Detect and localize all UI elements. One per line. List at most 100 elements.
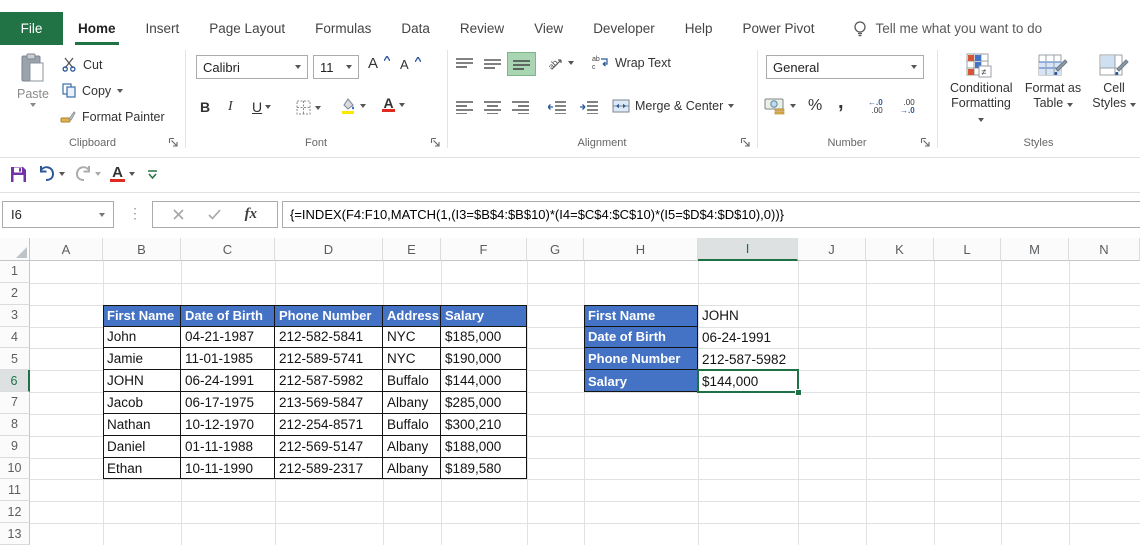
formula-input[interactable]: {=INDEX(F4:F10,MATCH(1,(I3=$B$4:$B$10)*(… <box>282 201 1140 228</box>
comma-style-button[interactable]: , <box>838 91 844 114</box>
column-header-J[interactable]: J <box>798 238 866 261</box>
conditional-formatting-button[interactable]: ≠ ConditionalFormatting <box>950 53 1012 126</box>
fill-handle[interactable] <box>795 389 802 396</box>
column-header-D[interactable]: D <box>275 238 383 261</box>
cell-C8[interactable]: 10-12-1970 <box>181 414 275 436</box>
undo-button[interactable] <box>38 166 65 181</box>
cell-H3[interactable]: First Name <box>584 305 698 327</box>
font-size-combo[interactable]: 11 <box>313 55 359 79</box>
cell-H4[interactable]: Date of Birth <box>584 327 698 349</box>
cell-B3[interactable]: First Name <box>103 305 181 327</box>
format-painter-button[interactable]: Format Painter <box>60 109 165 124</box>
cell-I4[interactable]: 06-24-1991 <box>698 327 798 349</box>
column-header-L[interactable]: L <box>934 238 1001 261</box>
cell-I3[interactable]: JOHN <box>698 305 798 327</box>
redo-button[interactable] <box>74 166 101 181</box>
qat-font-color-button[interactable]: A <box>110 166 135 182</box>
accounting-format-button[interactable] <box>764 97 796 115</box>
row-header-6[interactable]: 6 <box>0 370 30 392</box>
cell-F7[interactable]: $285,000 <box>441 392 527 414</box>
number-format-combo[interactable]: General <box>766 55 924 79</box>
cell-F4[interactable]: $185,000 <box>441 327 527 349</box>
increase-indent-button[interactable] <box>580 101 598 114</box>
column-header-I[interactable]: I <box>698 238 798 261</box>
tab-data[interactable]: Data <box>386 12 445 45</box>
column-header-C[interactable]: C <box>181 238 275 261</box>
select-all-button[interactable] <box>0 238 30 261</box>
cell-B9[interactable]: Daniel <box>103 436 181 458</box>
middle-align-button[interactable] <box>484 57 501 71</box>
column-header-N[interactable]: N <box>1069 238 1140 261</box>
number-dialog-launcher-icon[interactable] <box>920 137 931 148</box>
italic-button[interactable]: I <box>228 99 233 115</box>
cell-D10[interactable]: 212-589-2317 <box>275 458 383 480</box>
row-header-11[interactable]: 11 <box>0 479 30 501</box>
fill-color-button[interactable] <box>340 97 366 114</box>
tell-me[interactable]: Tell me what you want to do <box>852 12 1043 45</box>
row-header-7[interactable]: 7 <box>0 392 30 414</box>
tab-power-pivot[interactable]: Power Pivot <box>728 12 830 45</box>
cell-B5[interactable]: Jamie <box>103 348 181 370</box>
row-header-2[interactable]: 2 <box>0 283 30 305</box>
cell-H5[interactable]: Phone Number <box>584 348 698 370</box>
tab-insert[interactable]: Insert <box>131 12 195 45</box>
bottom-align-button[interactable] <box>508 53 535 75</box>
column-header-B[interactable]: B <box>103 238 181 261</box>
clipboard-dialog-launcher-icon[interactable] <box>168 137 179 148</box>
cell-F5[interactable]: $190,000 <box>441 348 527 370</box>
column-header-K[interactable]: K <box>866 238 934 261</box>
cell-C4[interactable]: 04-21-1987 <box>181 327 275 349</box>
cell-C9[interactable]: 01-11-1988 <box>181 436 275 458</box>
align-left-button[interactable] <box>456 101 473 114</box>
font-dialog-launcher-icon[interactable] <box>430 137 441 148</box>
cell-F6[interactable]: $144,000 <box>441 370 527 392</box>
increase-font-size-button[interactable]: A <box>368 55 390 72</box>
increase-decimal-button[interactable]: ←.0.00 <box>868 99 883 115</box>
paste-button[interactable]: Paste <box>10 53 56 107</box>
cell-E8[interactable]: Buffalo <box>383 414 441 436</box>
cell-D6[interactable]: 212-587-5982 <box>275 370 383 392</box>
column-header-M[interactable]: M <box>1001 238 1069 261</box>
cell-F10[interactable]: $189,580 <box>441 458 527 480</box>
cut-button[interactable]: Cut <box>62 57 102 72</box>
cell-B4[interactable]: John <box>103 327 181 349</box>
cell-I5[interactable]: 212-587-5982 <box>698 348 798 370</box>
percent-style-button[interactable]: % <box>808 97 822 115</box>
tab-file[interactable]: File <box>0 12 63 45</box>
cell-D8[interactable]: 212-254-8571 <box>275 414 383 436</box>
orientation-button[interactable]: ab <box>548 55 574 71</box>
cell-E5[interactable]: NYC <box>383 348 441 370</box>
name-box[interactable]: I6 <box>2 201 114 228</box>
format-as-table-button[interactable]: Format asTable <box>1022 53 1084 111</box>
tab-page-layout[interactable]: Page Layout <box>194 12 300 45</box>
tab-home[interactable]: Home <box>63 12 131 45</box>
top-align-button[interactable] <box>456 57 473 71</box>
underline-button[interactable]: U <box>252 99 271 115</box>
cell-B10[interactable]: Ethan <box>103 458 181 480</box>
font-color-button[interactable]: A <box>382 97 405 112</box>
align-center-button[interactable] <box>484 101 501 114</box>
decrease-indent-button[interactable] <box>548 101 566 114</box>
row-header-4[interactable]: 4 <box>0 327 30 349</box>
tab-view[interactable]: View <box>519 12 578 45</box>
cell-F8[interactable]: $300,210 <box>441 414 527 436</box>
font-name-combo[interactable]: Calibri <box>196 55 308 79</box>
cell-C5[interactable]: 11-01-1985 <box>181 348 275 370</box>
formula-bar-splitter[interactable]: ⋮ <box>128 205 142 222</box>
cell-E4[interactable]: NYC <box>383 327 441 349</box>
cancel-entry-icon[interactable] <box>173 209 184 220</box>
row-header-3[interactable]: 3 <box>0 305 30 327</box>
copy-button[interactable]: Copy <box>62 83 123 98</box>
row-header-12[interactable]: 12 <box>0 501 30 523</box>
cell-D4[interactable]: 212-582-5841 <box>275 327 383 349</box>
insert-function-button[interactable]: fx <box>245 206 258 223</box>
cell-D3[interactable]: Phone Number <box>275 305 383 327</box>
cell-B8[interactable]: Nathan <box>103 414 181 436</box>
cell-C10[interactable]: 10-11-1990 <box>181 458 275 480</box>
cell-C3[interactable]: Date of Birth <box>181 305 275 327</box>
column-header-G[interactable]: G <box>527 238 584 261</box>
cell-E6[interactable]: Buffalo <box>383 370 441 392</box>
tab-help[interactable]: Help <box>670 12 728 45</box>
cell-H6[interactable]: Salary <box>584 370 698 392</box>
confirm-entry-icon[interactable] <box>208 209 221 220</box>
